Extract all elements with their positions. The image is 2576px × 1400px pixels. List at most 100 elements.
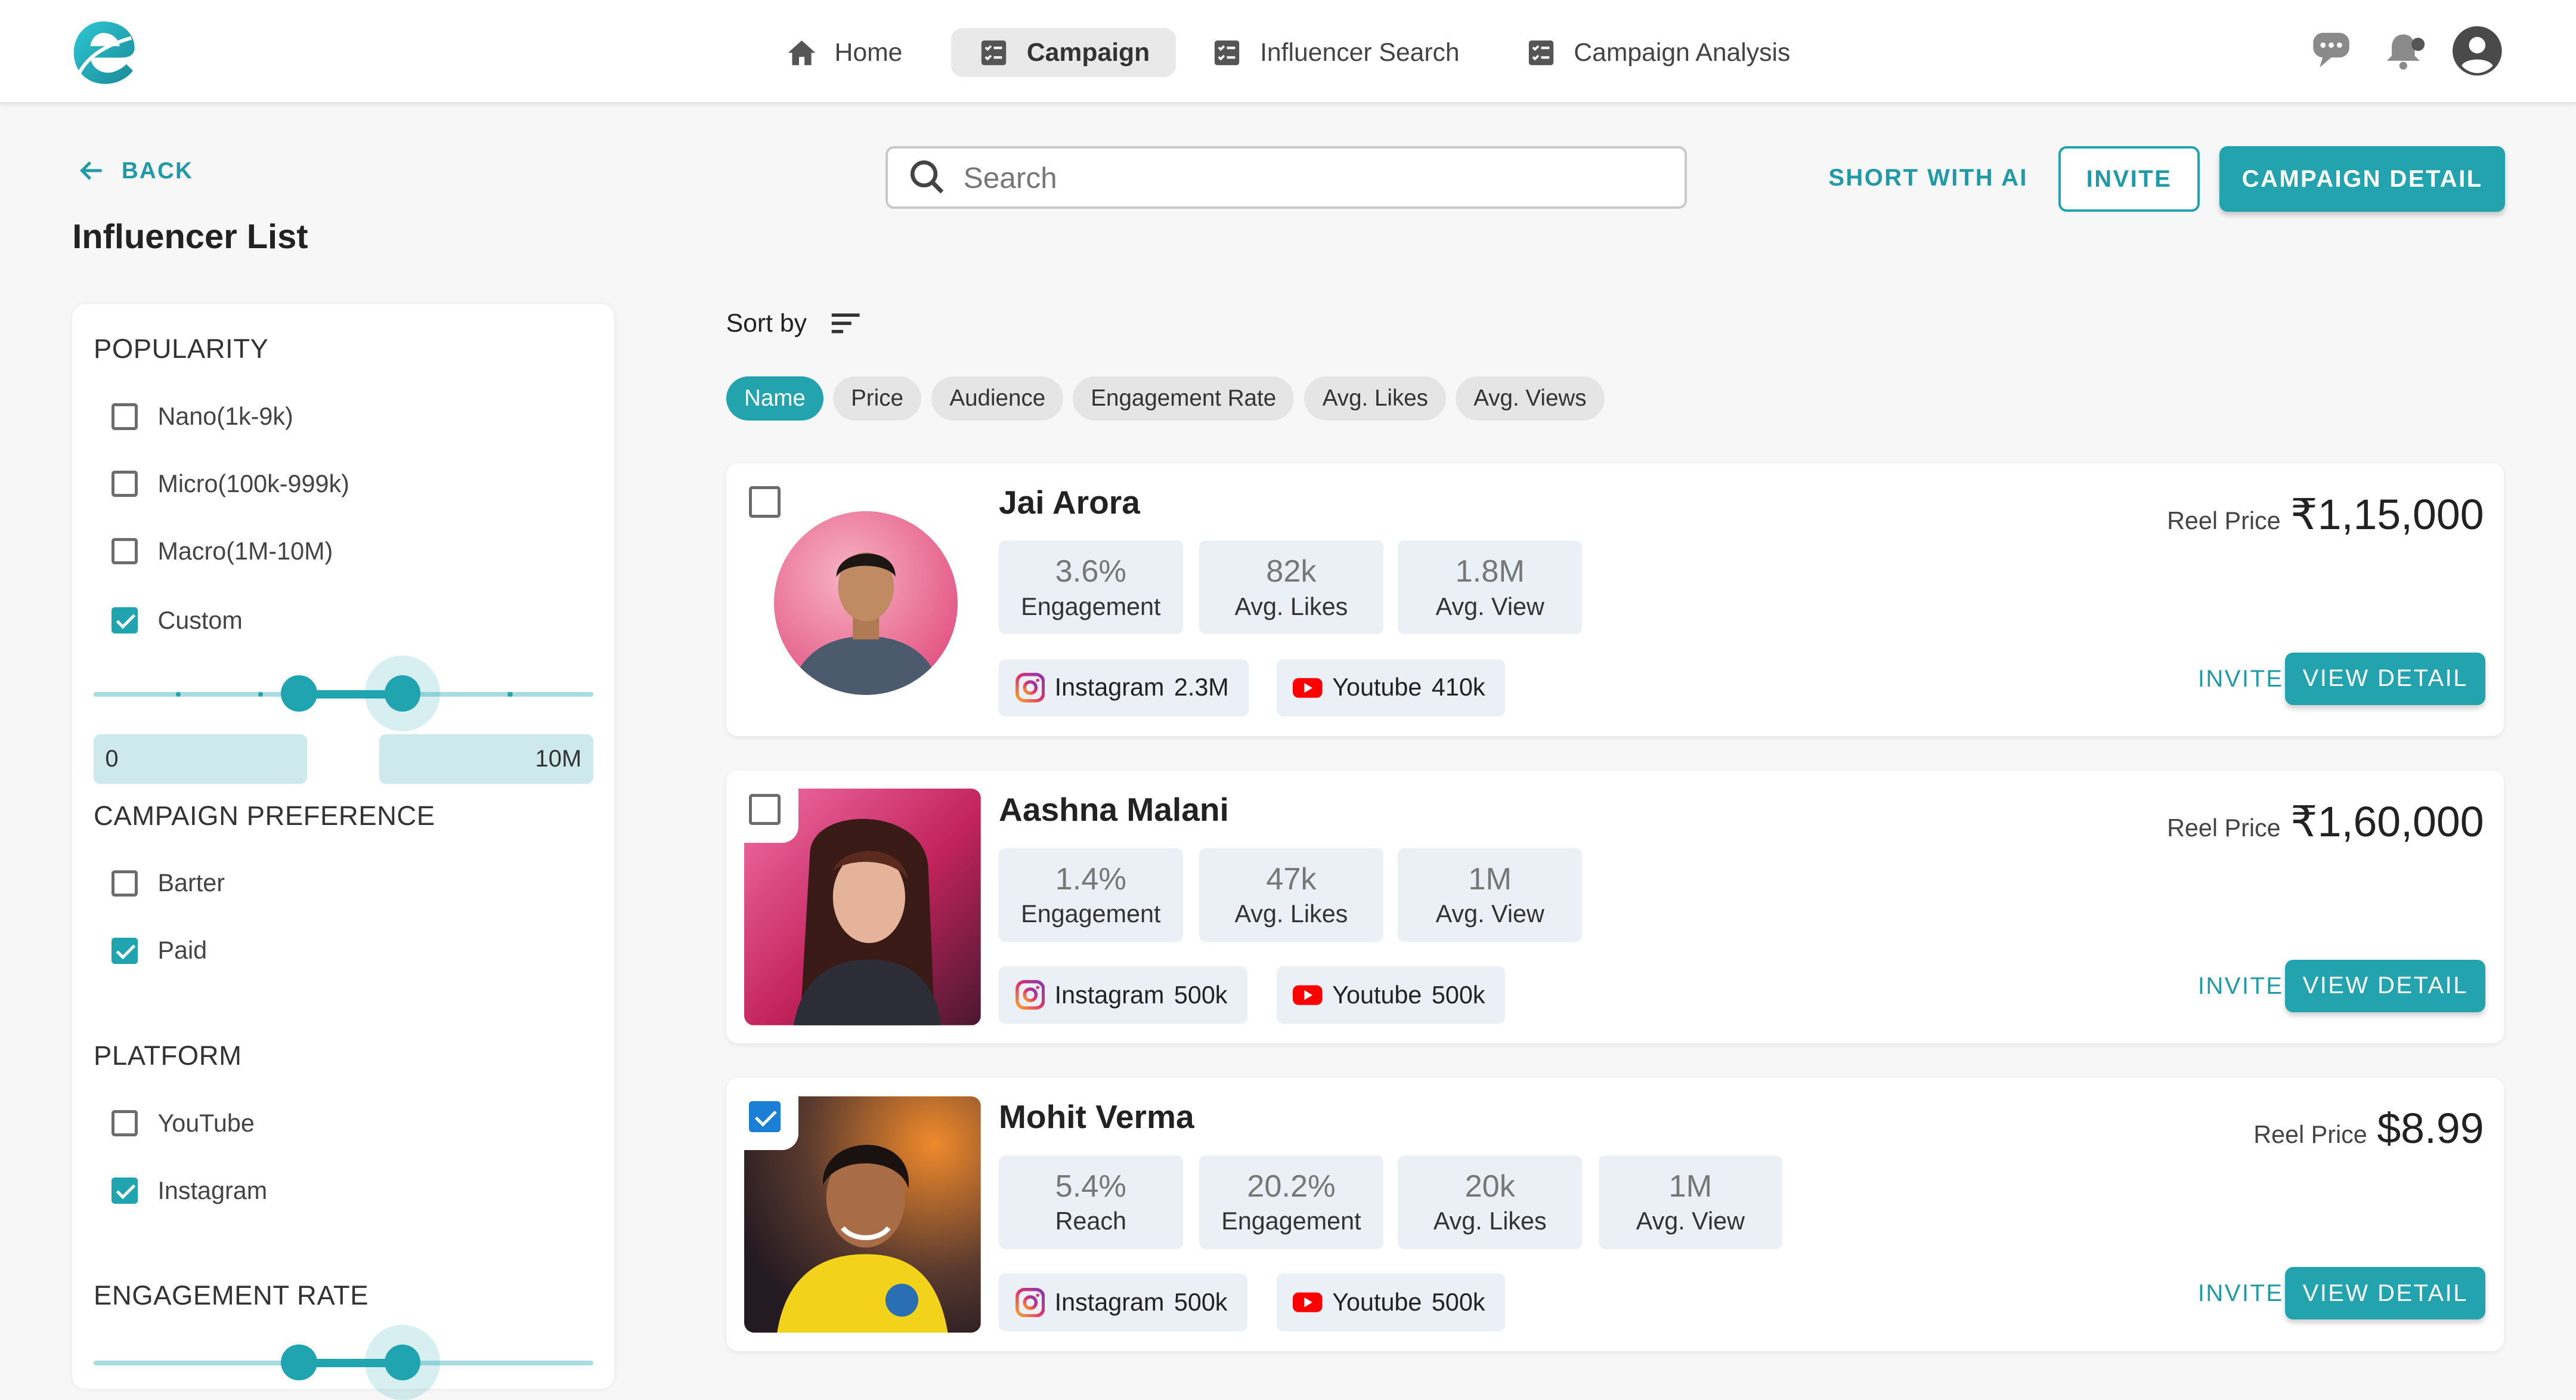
stat-avg-likes: 20k Avg. Likes — [1398, 1155, 1583, 1249]
stat-label: Engagement — [1021, 900, 1161, 928]
filter-option-label: Nano(1k-9k) — [157, 402, 293, 430]
platform-label: Instagram — [1054, 981, 1165, 1009]
back-button[interactable]: BACK — [79, 157, 193, 184]
search-box[interactable] — [885, 146, 1688, 209]
stat-label: Avg. Likes — [1234, 592, 1348, 620]
range-max-field[interactable]: 10M — [379, 734, 593, 784]
stat-value: 1.8M — [1455, 554, 1525, 589]
range-min-field[interactable]: 0 — [94, 734, 308, 784]
sort-chip-engagement-rate[interactable]: Engagement Rate — [1073, 376, 1295, 421]
reel-price-label: Reel Price — [2253, 1121, 2367, 1149]
sort-chip-audience[interactable]: Audience — [931, 376, 1064, 421]
view-detail-button[interactable]: VIEW DETAIL — [2285, 652, 2486, 705]
platform-label: Instagram — [1054, 1288, 1165, 1316]
filter-option-barter[interactable]: Barter — [112, 869, 225, 897]
stat-avg-view: 1M Avg. View — [1598, 1155, 1783, 1249]
filter-option-custom[interactable]: Custom — [112, 607, 243, 635]
view-detail-button[interactable]: VIEW DETAIL — [2285, 959, 2486, 1013]
reel-price: Reel Price ₹1,15,000 — [2167, 490, 2484, 539]
engagement-slider-min-thumb[interactable] — [281, 1344, 317, 1381]
instagram-icon — [1015, 980, 1045, 1010]
campaign-detail-button[interactable]: CAMPAIGN DETAIL — [2219, 146, 2506, 212]
account-icon[interactable] — [2453, 26, 2502, 76]
platform-count: 410k — [1431, 673, 1485, 701]
stat-engagement: 3.6% Engagement — [999, 540, 1183, 635]
nav-home[interactable]: Home — [759, 28, 929, 78]
checklist-icon — [1215, 40, 1240, 65]
sort-icon[interactable] — [830, 310, 863, 336]
reel-price-label: Reel Price — [2167, 506, 2281, 534]
stat-reach: 5.4% Reach — [999, 1155, 1183, 1249]
instagram-followers[interactable]: Instagram 500k — [999, 966, 1247, 1024]
reel-price-value: ₹1,60,000 — [2290, 798, 2484, 846]
engagement-slider-max-thumb[interactable] — [384, 1344, 421, 1381]
popularity-slider-max-thumb[interactable] — [384, 675, 421, 712]
filter-option-micro[interactable]: Micro(100k-999k) — [112, 470, 349, 498]
popularity-slider-min-thumb[interactable] — [281, 675, 317, 712]
filter-option-label: Paid — [157, 937, 208, 965]
select-checkbox-checked[interactable] — [749, 1101, 781, 1133]
card-invite-button[interactable]: INVITE — [2198, 666, 2284, 693]
select-checkbox[interactable] — [749, 793, 781, 825]
card-invite-button[interactable]: INVITE — [2198, 973, 2284, 1000]
stat-value: 1M — [1468, 861, 1512, 897]
view-detail-button[interactable]: VIEW DETAIL — [2285, 1267, 2486, 1320]
filter-option-youtube[interactable]: YouTube — [112, 1110, 255, 1138]
instagram-followers[interactable]: Instagram 500k — [999, 1274, 1247, 1331]
influencer-avatar[interactable] — [773, 511, 958, 696]
influencer-card: Jai Arora 3.6% Engagement 82k Avg. Likes… — [726, 463, 2504, 737]
checkbox[interactable] — [112, 1110, 138, 1137]
nav-campaign-analysis[interactable]: Campaign Analysis — [1498, 28, 1817, 78]
platform-count: 500k — [1431, 1288, 1485, 1316]
reel-price-value: $8.99 — [2377, 1105, 2484, 1153]
select-checkbox[interactable] — [749, 486, 781, 518]
stat-label: Avg. View — [1435, 900, 1544, 928]
checkbox-checked[interactable] — [112, 1178, 138, 1204]
checkbox-checked[interactable] — [112, 937, 138, 964]
search-input[interactable] — [960, 158, 1657, 197]
reel-price-label: Reel Price — [2167, 814, 2281, 842]
checkbox[interactable] — [112, 403, 138, 430]
sort-chip-name[interactable]: Name — [726, 376, 824, 421]
filter-option-nano[interactable]: Nano(1k-9k) — [112, 403, 293, 431]
brand-logo[interactable] — [66, 15, 141, 91]
nav-campaign-label: Campaign — [1026, 38, 1150, 67]
checklist-icon — [1528, 40, 1553, 65]
sort-chip-avg-likes[interactable]: Avg. Likes — [1304, 376, 1447, 421]
checkbox-checked[interactable] — [112, 607, 138, 634]
youtube-icon — [1293, 1292, 1323, 1312]
sort-chip-price[interactable]: Price — [832, 376, 922, 421]
filter-option-label: Macro(1M-10M) — [157, 537, 333, 565]
notification-icon[interactable] — [2379, 26, 2428, 76]
youtube-subscribers[interactable]: Youtube 410k — [1276, 659, 1505, 717]
checkbox[interactable] — [112, 538, 138, 565]
instagram-followers[interactable]: Instagram 2.3M — [999, 659, 1249, 717]
chat-icon[interactable] — [2308, 26, 2358, 76]
youtube-subscribers[interactable]: Youtube 500k — [1276, 1274, 1505, 1331]
short-with-ai-button[interactable]: SHORT WITH AI — [1828, 165, 2028, 191]
sort-by[interactable]: Sort by — [726, 309, 863, 338]
stat-value: 20k — [1465, 1169, 1515, 1204]
instagram-icon — [1015, 673, 1045, 703]
stat-label: Engagement — [1021, 592, 1161, 620]
stat-engagement: 20.2% Engagement — [1199, 1155, 1383, 1249]
stat-value: 82k — [1266, 554, 1317, 589]
engagement-rate-heading: ENGAGEMENT RATE — [94, 1280, 369, 1311]
youtube-subscribers[interactable]: Youtube 500k — [1276, 966, 1505, 1024]
filter-option-instagram[interactable]: Instagram — [112, 1177, 267, 1205]
platform-count: 500k — [1174, 981, 1228, 1009]
reel-price: Reel Price $8.99 — [2253, 1104, 2484, 1153]
nav-influencer-search-label: Influencer Search — [1260, 38, 1460, 67]
nav-influencer-search[interactable]: Influencer Search — [1184, 28, 1485, 78]
platform-label: Youtube — [1332, 1288, 1422, 1316]
filter-option-macro[interactable]: Macro(1M-10M) — [112, 537, 333, 565]
checkbox[interactable] — [112, 471, 138, 497]
nav-campaign[interactable]: Campaign — [951, 27, 1176, 78]
checkbox[interactable] — [112, 870, 138, 897]
card-invite-button[interactable]: INVITE — [2198, 1280, 2284, 1307]
stat-label: Avg. Likes — [1433, 1207, 1547, 1235]
invite-button[interactable]: INVITE — [2058, 146, 2200, 212]
sort-chip-avg-views[interactable]: Avg. Views — [1455, 376, 1605, 421]
influencer-name: Aashna Malani — [999, 791, 1229, 829]
filter-option-paid[interactable]: Paid — [112, 937, 207, 965]
